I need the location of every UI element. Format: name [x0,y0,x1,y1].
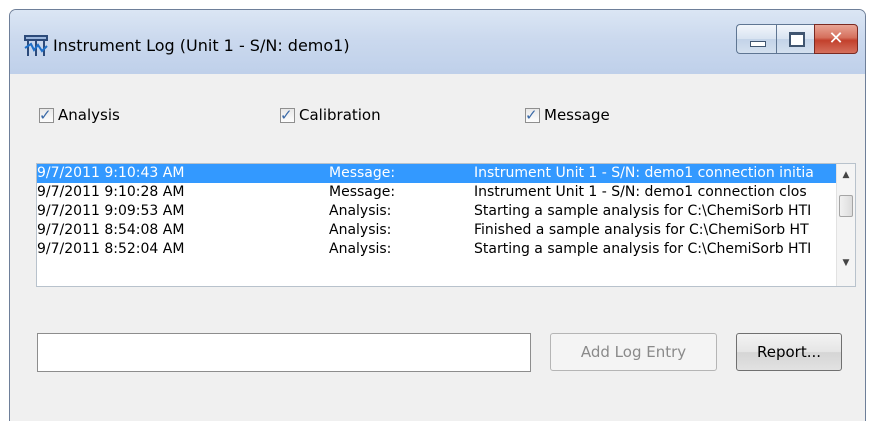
log-message: Finished a sample analysis for C:\ChemiS… [474,222,809,238]
message-checkbox-box[interactable]: ✓ [525,105,540,124]
calibration-checkbox[interactable]: ✓ Calibration [280,106,381,124]
calibration-checkbox-box[interactable]: ✓ [280,105,295,124]
log-time: 9/7/2011 8:52:04 AM [37,241,185,257]
log-message: Starting a sample analysis for C:\ChemiS… [474,203,812,219]
instrument-log-icon [24,35,48,56]
calibration-checkbox-label: Calibration [299,106,381,124]
log-rows: 9/7/2011 9:10:43 AM Message: Instrument … [37,164,836,286]
title-bar[interactable]: Instrument Log (Unit 1 - S/N: demo1) ✕ [10,10,865,74]
analysis-checkbox[interactable]: ✓ Analysis [39,106,120,124]
maximize-icon [789,32,805,47]
analysis-checkbox-box[interactable]: ✓ [39,105,54,124]
scrollbar-thumb[interactable] [839,195,853,217]
log-type: Analysis: [329,241,392,257]
log-time: 9/7/2011 9:10:43 AM [37,165,185,181]
window-title: Instrument Log (Unit 1 - S/N: demo1) [53,36,350,55]
log-row[interactable]: 9/7/2011 8:54:08 AM Analysis: Finished a… [37,221,836,240]
log-row[interactable]: 9/7/2011 8:52:04 AM Analysis: Starting a… [37,240,836,259]
minimize-icon [750,41,766,47]
close-icon: ✕ [828,28,844,49]
maximize-button[interactable] [776,24,814,54]
scroll-down-icon[interactable]: ▼ [837,254,855,272]
message-checkbox[interactable]: ✓ Message [525,106,610,124]
log-type: Message: [329,184,396,200]
log-time: 9/7/2011 9:10:28 AM [37,184,185,200]
log-row[interactable]: 9/7/2011 9:10:28 AM Message: Instrument … [37,183,836,202]
log-time: 9/7/2011 8:54:08 AM [37,222,185,238]
add-log-entry-button[interactable]: Add Log Entry [550,333,717,371]
minimize-button[interactable] [736,24,776,54]
log-list[interactable]: 9/7/2011 9:10:43 AM Message: Instrument … [36,163,856,287]
log-row[interactable]: 9/7/2011 9:09:53 AM Analysis: Starting a… [37,202,836,221]
log-row[interactable]: 9/7/2011 9:10:43 AM Message: Instrument … [37,164,836,183]
message-checkbox-label: Message [544,106,610,124]
check-icon: ✓ [525,105,538,124]
log-message: Instrument Unit 1 - S/N: demo1 connectio… [474,165,814,181]
report-button[interactable]: Report... [736,333,842,371]
scroll-up-icon[interactable]: ▲ [837,166,855,184]
close-button[interactable]: ✕ [814,24,858,54]
log-type: Message: [329,165,396,181]
log-scrollbar[interactable]: ▲ ▼ [836,164,855,286]
analysis-checkbox-label: Analysis [58,106,120,124]
caption-buttons: ✕ [736,24,858,54]
client-area: ✓ Analysis ✓ Calibration ✓ Message 9/7/2… [10,74,865,421]
log-entry-input[interactable] [37,333,531,372]
check-icon: ✓ [39,105,52,124]
log-message: Starting a sample analysis for C:\ChemiS… [474,241,812,257]
log-time: 9/7/2011 9:09:53 AM [37,203,185,219]
log-type: Analysis: [329,203,392,219]
check-icon: ✓ [280,105,293,124]
instrument-log-window: Instrument Log (Unit 1 - S/N: demo1) ✕ ✓… [9,9,866,421]
log-message: Instrument Unit 1 - S/N: demo1 connectio… [474,184,807,200]
log-type: Analysis: [329,222,392,238]
